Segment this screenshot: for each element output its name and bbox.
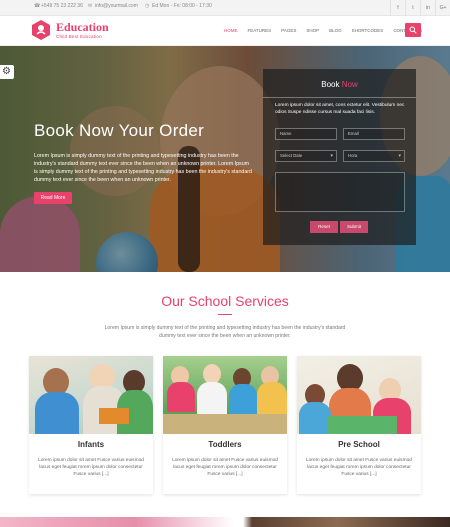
nav-blog[interactable]: BLOG bbox=[329, 28, 342, 33]
search-button[interactable] bbox=[405, 23, 421, 37]
card-text: Lorem ipsum dolor sit amet Fusce varius … bbox=[172, 458, 278, 477]
divider bbox=[218, 314, 232, 315]
main-nav: HOME FEATURES PAGES SHOP BLOG SHORTCODES… bbox=[224, 28, 422, 33]
email-icon: ✉ bbox=[88, 2, 93, 9]
service-card-infants[interactable]: Infants Lorem ipsum dolor sit amet Fusce… bbox=[29, 356, 153, 494]
logo-icon[interactable] bbox=[30, 19, 52, 41]
site-header: Education Child Best Education HOME FEAT… bbox=[0, 16, 450, 46]
card-text: Lorem ipsum dolor sit amet Fusce varius … bbox=[38, 458, 144, 477]
date-select[interactable]: Select Date bbox=[275, 150, 337, 162]
divider bbox=[263, 97, 416, 98]
card-photo bbox=[29, 356, 153, 434]
nav-shop[interactable]: SHOP bbox=[306, 28, 319, 33]
logo-title[interactable]: Education bbox=[56, 20, 109, 35]
nav-home[interactable]: HOME bbox=[224, 28, 238, 33]
hours-info: ◷ Ed Mon - Fri: 08:00 - 17:30 bbox=[145, 3, 212, 9]
card-photo bbox=[163, 356, 287, 434]
submit-button[interactable]: Submit bbox=[340, 221, 368, 233]
gear-icon: ⚙ bbox=[2, 66, 11, 77]
search-icon bbox=[409, 26, 417, 34]
top-bar: ☎ +549 75 23 222 36 ✉ info@yourmail.com … bbox=[0, 0, 450, 16]
services-title: Our School Services bbox=[161, 293, 289, 309]
card-text: Lorem ipsum dolor sit amet Fusce varius … bbox=[306, 458, 412, 477]
card-photo bbox=[297, 356, 421, 434]
time-select[interactable]: Hora bbox=[343, 150, 405, 162]
booking-description: Lorem ipsum dolor sit amet, cons ectetur… bbox=[275, 103, 405, 115]
google-plus-icon[interactable]: G+ bbox=[435, 0, 450, 16]
phone-text: +549 75 23 222 36 bbox=[41, 3, 83, 9]
card-title[interactable]: Infants bbox=[29, 440, 153, 449]
phone-info: ☎ +549 75 23 222 36 bbox=[34, 3, 83, 9]
booking-title-main: Book bbox=[321, 80, 340, 89]
settings-button[interactable]: ⚙ bbox=[0, 65, 14, 79]
phone-icon: ☎ bbox=[34, 2, 41, 9]
email-info[interactable]: ✉ info@yourmail.com bbox=[88, 3, 138, 9]
booking-title: Book Now bbox=[263, 80, 416, 89]
card-title[interactable]: Pre School bbox=[297, 440, 421, 449]
nav-features[interactable]: FEATURES bbox=[248, 28, 272, 33]
facebook-icon[interactable]: f bbox=[390, 0, 405, 16]
services-description: Lorem Ipsum is simply dummy text of the … bbox=[104, 325, 346, 339]
hours-text: Ed Mon - Fri: 08:00 - 17:30 bbox=[152, 3, 212, 9]
clock-icon: ◷ bbox=[145, 2, 150, 9]
read-more-button[interactable]: Read More bbox=[34, 192, 72, 204]
email-text[interactable]: info@yourmail.com bbox=[95, 3, 138, 9]
nav-pages[interactable]: PAGES bbox=[281, 28, 296, 33]
booking-title-accent: Now bbox=[341, 80, 358, 89]
hero-title: Book Now Your Order bbox=[34, 121, 205, 140]
social-links: f t in G+ bbox=[390, 0, 450, 16]
email-field[interactable]: Email bbox=[343, 128, 405, 140]
service-card-pre-school[interactable]: Pre School Lorem ipsum dolor sit amet Fu… bbox=[297, 356, 421, 494]
twitter-icon[interactable]: t bbox=[405, 0, 420, 16]
card-title[interactable]: Toddlers bbox=[163, 440, 287, 449]
reset-button[interactable]: Reset bbox=[310, 221, 338, 233]
next-section-preview bbox=[0, 517, 450, 527]
message-textarea[interactable] bbox=[275, 172, 405, 212]
logo-subtitle: Child Best Education bbox=[56, 34, 102, 39]
nav-shortcodes[interactable]: SHORTCODES bbox=[352, 28, 384, 33]
linkedin-icon[interactable]: in bbox=[420, 0, 435, 16]
service-card-toddlers[interactable]: Toddlers Lorem ipsum dolor sit amet Fusc… bbox=[163, 356, 287, 494]
name-field[interactable]: Name bbox=[275, 128, 337, 140]
hero-text: Lorem Ipsum is simply dummy text of the … bbox=[34, 153, 253, 183]
booking-form: Book Now Lorem ipsum dolor sit amet, con… bbox=[263, 69, 416, 245]
